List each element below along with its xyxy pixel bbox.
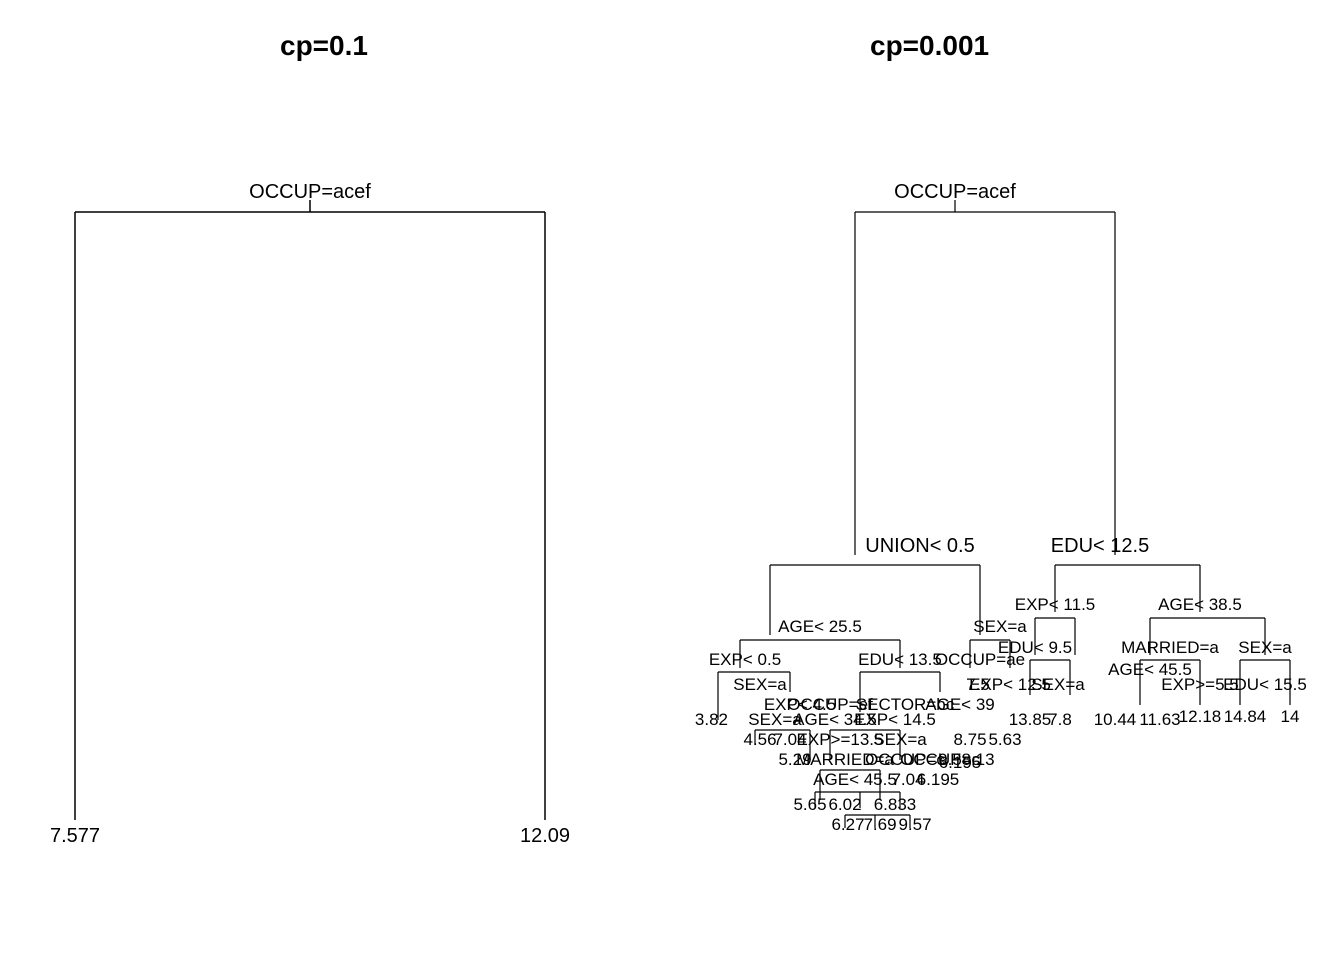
split-exp115: EXP< 11.5 (1015, 595, 1096, 614)
split-sexa-1: SEX=a (973, 617, 1027, 636)
leaf-6p833: 6.833 (874, 795, 917, 814)
leaf-6p27: 6.27 (831, 815, 864, 834)
leaf-7p8: 7.8 (1048, 710, 1072, 729)
split-age385: AGE< 38.5 (1158, 595, 1242, 614)
leaf-6p02: 6.02 (828, 795, 861, 814)
split-sexa-5: SEX=a (873, 730, 927, 749)
split-sexa-3: SEX=a (1031, 675, 1085, 694)
split-age255: AGE< 25.5 (778, 617, 862, 636)
leaf-5p63: 5.63 (988, 730, 1021, 749)
leaf-10p44: 10.44 (1094, 710, 1137, 729)
leaf-6p195b: 6.195 (917, 770, 960, 789)
leaf-4p56: 4.56 (743, 730, 776, 749)
leaf-14: 14 (1281, 707, 1300, 726)
split-occupae: OCCUP=ae (935, 650, 1025, 669)
leaf-12p18: 12.18 (1179, 707, 1222, 726)
split-sexa-2: SEX=a (733, 675, 787, 694)
split-edu155: EDU< 15.5 (1223, 675, 1307, 694)
split-age455: AGE< 45.5 (813, 770, 897, 789)
split-married-a: MARRIED=a (1121, 638, 1219, 657)
split-occupc-2: OCCUP=c (900, 750, 980, 769)
split-edu125: EDU< 12.5 (1051, 535, 1149, 557)
leaf-14p84: 14.84 (1224, 707, 1267, 726)
leaf-3p82: 3.82 (695, 710, 728, 729)
root-split-right: OCCUP=acef (894, 181, 1016, 203)
leaf-7p69: 7.69 (863, 815, 896, 834)
split-sexa-rb: SEX=a (1238, 638, 1292, 657)
split-exp145: EXP< 14.5 (854, 710, 936, 729)
leaf-8p75: 8.75 (953, 730, 986, 749)
tree-chart-right: OCCUP=acef UNION< 0.5 EDU< 12.5 EXP< 11.… (0, 0, 1344, 960)
leaf-9p57: 9.57 (898, 815, 931, 834)
leaf-13p85: 13.85 (1009, 710, 1052, 729)
leaf-5p65: 5.65 (793, 795, 826, 814)
split-edu135: EDU< 13.5 (858, 650, 942, 669)
split-union: UNION< 0.5 (865, 535, 974, 557)
leaf-11p63: 11.63 (1139, 710, 1180, 729)
split-exp135: EXP>=13.5 (797, 730, 884, 749)
split-exp05: EXP< 0.5 (709, 650, 781, 669)
